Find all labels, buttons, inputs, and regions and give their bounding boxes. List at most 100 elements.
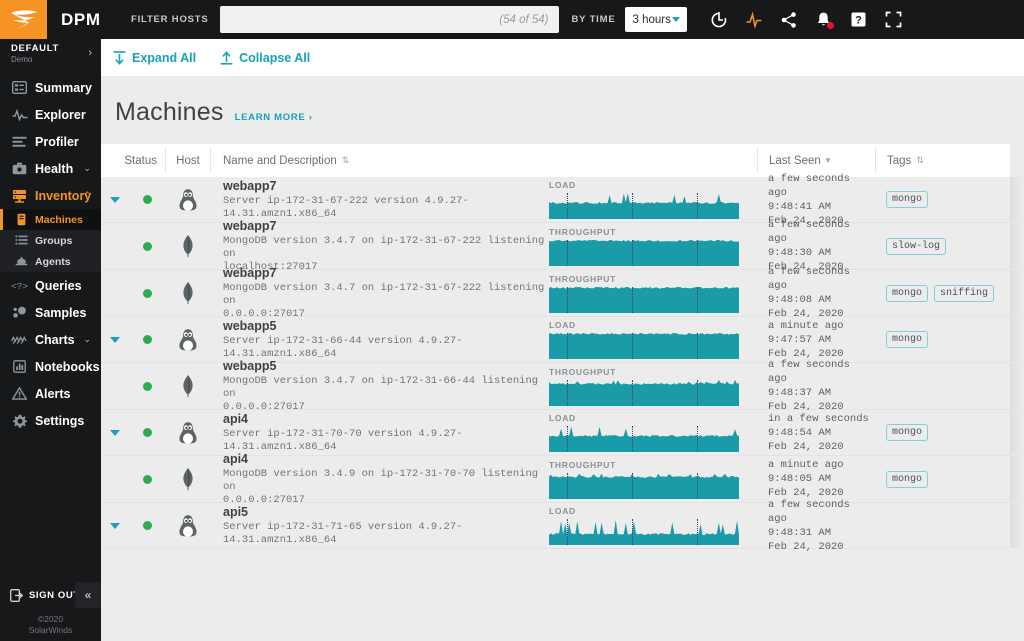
sign-out-button[interactable]: SIGN OUT [0, 588, 80, 602]
row-last-seen-cell: a few seconds ago 9:48:41 AM Feb 24, 2020 [757, 173, 875, 227]
agents-icon [14, 255, 29, 268]
sidebar-item-queries[interactable]: <?> Queries [0, 272, 101, 299]
table-body: webapp7 Server ip-172-31-67-222 version 4… [101, 173, 1024, 553]
table-row[interactable]: webapp7 MongoDB version 3.4.7 on ip-172-3… [101, 266, 1024, 320]
column-header-name[interactable]: Name and Description ⇅ [211, 144, 757, 177]
sidebar-item-charts[interactable]: Charts ⌄ [0, 326, 101, 353]
row-expand-cell[interactable] [101, 317, 129, 362]
sidebar-item-settings[interactable]: Settings [0, 407, 101, 434]
sidebar-item-samples[interactable]: Samples [0, 299, 101, 326]
table-row[interactable]: webapp7 MongoDB version 3.4.7 on ip-172-3… [101, 219, 1024, 273]
learn-more-link[interactable]: LEARN MORE › [235, 112, 313, 123]
sparkline-gridline [697, 286, 698, 313]
sparkline-gridline [697, 426, 698, 452]
sparkline-box [549, 519, 739, 545]
row-sparkline-cell[interactable]: THROUGHPUT [549, 223, 757, 269]
row-sparkline-cell[interactable]: THROUGHPUT [549, 270, 757, 316]
row-host-cell [165, 177, 211, 222]
row-name: webapp7 [223, 265, 277, 280]
column-header-label: Host [176, 154, 200, 167]
table-row[interactable]: webapp7 Server ip-172-31-67-222 version 4… [101, 173, 1024, 227]
row-expand-cell[interactable] [101, 503, 129, 548]
row-name: webapp7 [223, 178, 277, 193]
tag-chip[interactable]: mongo [886, 424, 929, 441]
tag-chip[interactable]: slow-log [886, 237, 947, 255]
solarwinds-logo[interactable] [0, 0, 47, 39]
sidebar-item-agents[interactable]: Agents [0, 251, 101, 272]
sort-icon[interactable]: ⇅ [342, 156, 350, 165]
time-range-select[interactable]: 3 hours [625, 7, 688, 32]
sparkline-label: THROUGHPUT [549, 366, 616, 377]
row-sparkline-cell[interactable]: LOAD [549, 410, 757, 455]
row-sparkline-cell[interactable]: LOAD [549, 317, 757, 362]
filter-hosts-input[interactable]: (54 of 54) [219, 6, 559, 33]
row-expand-cell[interactable] [101, 177, 129, 222]
sort-icon[interactable]: ⇅ [916, 156, 924, 165]
sidebar-item-inventory[interactable]: Inventory ⌃ [0, 182, 101, 209]
sidebar-nav: Summary Explorer Profiler Health ⌄ Inven… [0, 74, 101, 434]
table-row[interactable]: api4 Server ip-172-31-70-70 version 4.9.2… [101, 410, 1024, 456]
mongodb-leaf-icon [183, 375, 193, 398]
tag-chip[interactable]: mongo [886, 331, 929, 348]
chevron-down-icon[interactable] [110, 522, 120, 529]
tag-chip[interactable]: sniffing [934, 284, 995, 302]
row-description-line: MongoDB version 3.4.7 on ip-172-31-67-22… [223, 234, 545, 260]
chevron-down-icon[interactable] [110, 196, 120, 203]
tag-chip[interactable]: mongo [886, 191, 929, 208]
row-host-cell [165, 317, 211, 362]
expand-all-button[interactable]: Expand All [113, 51, 196, 65]
sidebar-item-groups[interactable]: Groups [0, 230, 101, 251]
action-bar: Expand All Collapse All [101, 39, 1024, 76]
row-sparkline-cell[interactable]: LOAD [549, 503, 757, 548]
sidebar-item-machines[interactable]: Machines [0, 209, 101, 230]
collapse-sidebar-button[interactable]: « [75, 582, 101, 608]
row-last-seen-cell: in a few seconds 9:48:54 AM Feb 24, 2020 [757, 410, 875, 455]
table-row[interactable]: api5 Server ip-172-31-71-65 version 4.9.2… [101, 499, 1024, 553]
notifications-icon[interactable] [814, 10, 835, 29]
row-expand-cell [101, 363, 129, 409]
column-header-label: Name and Description [223, 154, 337, 167]
status-badge [142, 195, 152, 204]
row-host-cell [165, 456, 211, 502]
sort-desc-icon[interactable]: ▾ [826, 156, 831, 165]
sparkline-gridline [632, 239, 633, 266]
alerts-icon [11, 386, 28, 401]
row-sparkline-cell[interactable]: THROUGHPUT [549, 363, 757, 409]
row-status-cell [129, 363, 165, 409]
column-header-tags[interactable]: Tags ⇅ [875, 148, 1010, 173]
sparkline-box [549, 333, 739, 359]
last-seen-time: 9:48:31 AM [768, 526, 832, 539]
row-description-line: Server ip-172-31-66-44 version 4.9.27-14… [223, 334, 463, 360]
tag-chip[interactable]: mongo [886, 284, 929, 302]
status-badge [142, 521, 152, 530]
column-header-host[interactable]: Host [165, 148, 211, 173]
linux-penguin-icon [179, 514, 197, 537]
row-sparkline-cell[interactable]: THROUGHPUT [549, 456, 757, 502]
table-row[interactable]: webapp5 MongoDB version 3.4.7 on ip-172-3… [101, 359, 1024, 413]
sidebar-item-health[interactable]: Health ⌄ [0, 155, 101, 182]
sidebar-item-alerts[interactable]: Alerts [0, 380, 101, 407]
column-header-label: Tags [887, 154, 912, 167]
column-header-last-seen[interactable]: Last Seen ▾ [757, 148, 875, 173]
sidebar-item-explorer[interactable]: Explorer [0, 101, 101, 128]
tag-chip[interactable]: mongo [886, 470, 929, 488]
chevron-down-icon[interactable] [110, 429, 120, 436]
fullscreen-icon[interactable] [884, 10, 903, 29]
column-header-status[interactable]: Status [101, 144, 165, 177]
activity-icon[interactable] [744, 10, 763, 29]
collapse-all-button[interactable]: Collapse All [220, 51, 310, 65]
share-icon[interactable] [779, 10, 798, 29]
row-sparkline-cell[interactable]: LOAD [549, 177, 757, 222]
org-selector[interactable]: DEFAULT Demo › [0, 39, 101, 69]
status-badge [142, 335, 152, 344]
table-row[interactable]: api4 MongoDB version 3.4.9 on ip-172-31-7… [101, 452, 1024, 506]
sidebar-item-notebooks[interactable]: Notebooks [0, 353, 101, 380]
sparkline-gridline [632, 286, 633, 313]
help-icon[interactable]: ? [849, 10, 868, 29]
refresh-icon[interactable] [709, 10, 728, 29]
table-row[interactable]: webapp5 Server ip-172-31-66-44 version 4.… [101, 317, 1024, 363]
row-expand-cell[interactable] [101, 410, 129, 455]
sidebar-item-profiler[interactable]: Profiler [0, 128, 101, 155]
sidebar-item-summary[interactable]: Summary [0, 74, 101, 101]
chevron-down-icon[interactable] [110, 336, 120, 343]
